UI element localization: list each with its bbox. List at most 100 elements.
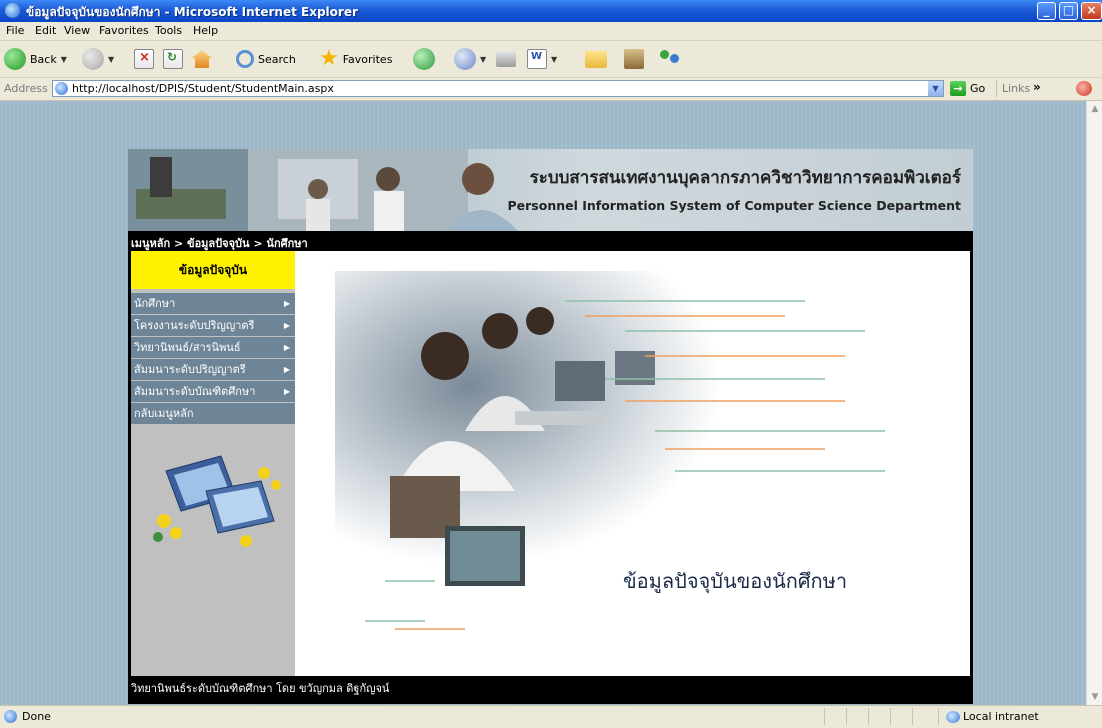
system-title-english: Personnel Information System of Computer… [507,198,961,213]
status-cell [938,708,939,725]
sidebar-header: ข้อมูลปัจจุบัน [131,251,295,289]
folder-icon [585,50,607,68]
submenu-arrow-icon: ▶ [283,387,290,396]
globe-icon [946,710,960,723]
messenger-icon [658,48,682,70]
sidebar-item-students[interactable]: นักศึกษา ▶ [131,293,295,314]
scroll-down-icon[interactable]: ▼ [1087,689,1102,705]
standard-toolbar: Back ▼ ▼ × ↻ Search ★ Favorites ▼ W ▼ [0,41,1102,78]
chevron-down-icon[interactable]: ▼ [108,55,114,64]
address-label: Address [4,82,48,95]
chevron-right-double-icon[interactable]: » [1033,80,1041,94]
home-icon [192,50,212,68]
sidebar: ข้อมูลปัจจุบัน นักศึกษา ▶ โครงงานระดับปร… [131,251,295,676]
ie-app-icon[interactable] [5,3,20,18]
go-label: Go [970,82,986,95]
system-title-thai: ระบบสารสนเทศงานบุคลากรภาควิชาวิทยาการคอม… [529,168,961,188]
page-icon [55,82,68,95]
chevron-down-icon[interactable]: ▼ [928,81,943,96]
history-icon [454,48,476,70]
refresh-icon: ↻ [163,49,183,69]
search-label: Search [258,52,296,66]
status-cell [912,708,913,725]
back-label: Back [30,52,57,66]
forward-button[interactable]: ▼ [82,46,114,72]
toolbar-separator [996,80,997,97]
sidebar-item-grad-seminars[interactable]: สัมมนาระดับบัณฑิตศึกษา ▶ [131,381,295,402]
sidebar-item-label: นักศึกษา [134,297,176,310]
page-done-icon [4,710,17,723]
address-url[interactable]: http://localhost/DPIS/Student/StudentMai… [72,82,334,95]
submenu-arrow-icon: ▶ [283,299,290,308]
go-arrow-icon: → [950,81,966,96]
favorites-button[interactable]: ★ Favorites [319,46,392,72]
menu-edit[interactable]: Edit [35,24,56,37]
stop-button[interactable]: × [134,46,154,72]
status-cell [824,708,825,725]
links-button[interactable]: Links [1002,82,1030,95]
menu-file[interactable]: File [6,24,24,37]
sidebar-item-undergrad-seminars[interactable]: สัมมนาระดับปริญญาตรี ▶ [131,359,295,380]
sidebar-item-label: สัมมนาระดับบัณฑิตศึกษา [134,385,256,398]
status-cell [846,708,847,725]
sidebar-item-undergrad-projects[interactable]: โครงงานระดับปริญญาตรี ▶ [131,315,295,336]
refresh-button[interactable]: ↻ [163,46,183,72]
maximize-button[interactable]: □ [1059,2,1078,20]
close-icon: × [1086,3,1097,17]
breadcrumb: เมนูหลัก > ข้อมูลปัจจุบัน > นักศึกษา [131,237,308,250]
close-button[interactable]: × [1081,2,1102,20]
media-icon [413,48,435,70]
history-button[interactable]: ▼ [454,46,486,72]
chevron-down-icon[interactable]: ▼ [551,55,557,64]
status-cell [890,708,891,725]
menu-help[interactable]: Help [193,24,218,37]
window-title-bar[interactable]: ข้อมูลปัจจุบันของนักศึกษา - Microsoft In… [0,0,1102,22]
chevron-down-icon[interactable]: ▼ [61,55,67,64]
forward-arrow-icon [82,48,104,70]
footer-credit: วิทยานิพนธ์ระดับบัณฑิตศึกษา โดย ขวัญกมล … [131,682,390,695]
address-input[interactable]: http://localhost/DPIS/Student/StudentMai… [52,80,944,97]
edit-word-button[interactable]: W ▼ [527,46,557,72]
sidebar-item-theses[interactable]: วิทยานิพนธ์/สารนิพนธ์ ▶ [131,337,295,358]
status-text: Done [22,710,51,723]
sidebar-item-back-to-main[interactable]: กลับเมนูหลัก [131,403,295,424]
minimize-button[interactable]: _ [1037,2,1056,20]
scroll-up-icon[interactable]: ▲ [1087,101,1102,117]
sidebar-item-label: โครงงานระดับปริญญาตรี [134,319,255,332]
menu-view[interactable]: View [64,24,90,37]
stop-icon: × [134,49,154,69]
header-banner: ระบบสารสนเทศงานบุคลากรภาควิชาวิทยาการคอม… [128,149,973,231]
messenger-button[interactable] [658,46,682,72]
status-cell [868,708,869,725]
status-bar: Done Local intranet [0,705,1102,728]
research-button[interactable] [624,46,644,72]
research-book-icon [624,49,644,69]
sidebar-item-label: กลับเมนูหลัก [134,407,194,420]
home-button[interactable] [192,46,212,72]
search-button[interactable]: Search [236,46,296,72]
favorites-star-icon: ★ [319,46,339,71]
security-zone: Local intranet [946,710,1039,723]
menu-tools[interactable]: Tools [155,24,182,37]
window-title: ข้อมูลปัจจุบันของนักศึกษา - Microsoft In… [26,5,358,19]
pdf-icon[interactable] [1076,81,1092,96]
vertical-scrollbar[interactable]: ▲ ▼ [1086,101,1102,705]
chevron-down-icon[interactable]: ▼ [480,55,486,64]
submenu-arrow-icon: ▶ [283,321,290,330]
page-frame: ระบบสารสนเทศงานบุคลากรภาควิชาวิทยาการคอม… [128,149,973,704]
go-button[interactable]: → Go [950,81,985,96]
back-button[interactable]: Back ▼ [4,46,67,72]
folder-button[interactable] [585,46,607,72]
submenu-arrow-icon: ▶ [283,343,290,352]
back-arrow-icon [4,48,26,70]
sidebar-item-label: สัมมนาระดับปริญญาตรี [134,363,246,376]
menu-favorites[interactable]: Favorites [99,24,149,37]
main-content: ข้อมูลปัจจุบันของนักศึกษา [295,251,970,676]
main-caption: ข้อมูลปัจจุบันของนักศึกษา [623,569,848,593]
address-bar: Address http://localhost/DPIS/Student/St… [0,78,1102,101]
media-button[interactable] [413,46,435,72]
laptops-flowers-illustration [153,455,281,547]
search-icon [236,50,254,68]
sidebar-menu: นักศึกษา ▶ โครงงานระดับปริญญาตรี ▶ วิทยา… [131,293,295,425]
print-button[interactable] [496,46,516,72]
